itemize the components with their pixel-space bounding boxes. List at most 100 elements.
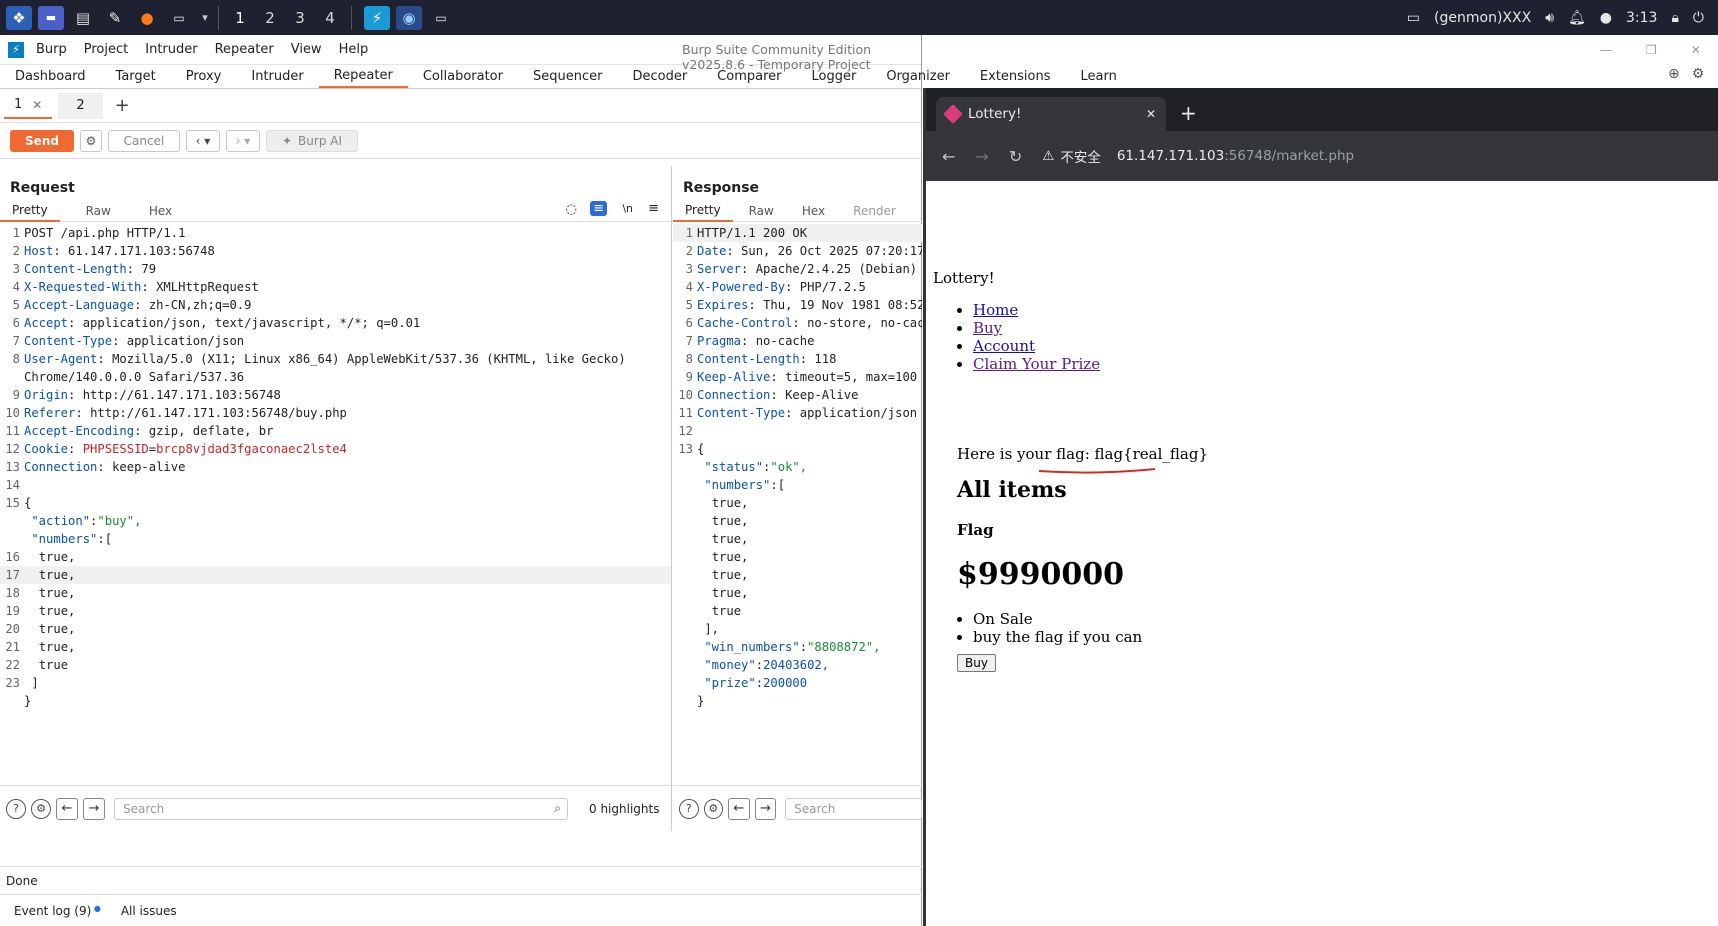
menu-project[interactable]: Project [84,42,128,57]
subtab-render[interactable]: Render [841,200,908,222]
firefox-icon[interactable]: ● [134,6,160,30]
menu-burp[interactable]: Burp [36,42,67,57]
back-icon[interactable]: ← [942,147,955,166]
repeater-tab-1[interactable]: 1 ✕ [4,92,53,119]
search-input[interactable]: Search [785,797,922,820]
help-icon[interactable]: ? [6,798,26,819]
line-number [673,674,697,692]
subtab-pretty[interactable]: Pretty [0,200,60,222]
desktop-icon[interactable]: ▬ [38,5,64,30]
subtab-pretty[interactable]: Pretty [673,200,733,222]
add-tab-icon[interactable]: + [115,95,130,116]
tab-proxy[interactable]: Proxy [171,65,237,88]
subtab-raw[interactable]: Raw [737,200,786,222]
tab-extensions[interactable]: Extensions [965,65,1066,88]
kali-menu-icon[interactable]: ❖ [6,5,32,30]
claim-prize-link[interactable]: Claim Your Prize [973,355,1100,373]
chevron-down-icon[interactable]: ▾ [198,6,212,30]
bell-icon[interactable]: 🔔︎ [1568,10,1586,26]
burp-window: ⚡ Burp Project Intruder Repeater View He… [0,35,1117,926]
menu-icon[interactable]: ≡ [648,201,659,216]
status-icon[interactable]: ● [1600,10,1612,26]
send-button[interactable]: Send [10,129,74,152]
menu-intruder[interactable]: Intruder [145,42,197,57]
terminal-icon[interactable]: ▭ [166,6,192,30]
home-link[interactable]: Home [973,301,1018,319]
buy-link[interactable]: Buy [973,319,1002,337]
header-value: application/json [799,406,918,420]
workspace-1[interactable]: 1 [225,9,255,27]
settings-icon[interactable]: ⚙ [703,798,724,819]
maximize-icon[interactable]: ❐ [1646,43,1657,57]
subtab-hex[interactable]: Hex [137,200,184,222]
files-icon[interactable]: ▤ [70,6,96,30]
settings-icon[interactable]: ⚙ [80,129,102,152]
tab-intruder[interactable]: Intruder [236,65,318,88]
menu-view[interactable]: View [291,42,322,57]
new-tab-icon[interactable]: + [1180,101,1197,125]
menu-repeater[interactable]: Repeater [215,42,274,57]
tab-collaborator[interactable]: Collaborator [408,65,518,88]
close-icon[interactable]: ✕ [1691,43,1701,57]
next-match-icon[interactable]: → [83,797,105,820]
tab-repeater[interactable]: Repeater [318,65,408,88]
help-icon[interactable]: ? [679,798,699,819]
chrome-app-icon[interactable]: ◉ [396,5,422,30]
prev-match-icon[interactable]: ← [728,797,750,820]
header-name: Pragma [697,334,742,348]
account-link[interactable]: Account [973,337,1035,355]
back-icon[interactable]: ‹ ▾ [186,129,220,152]
hide-icon[interactable]: ◌ [566,202,577,217]
code-line: 1 HTTP/1.1 200 OK [673,224,922,242]
line-content: "win_numbers":"8808872", [704,640,881,654]
event-log-link[interactable]: Event log (9) ● [14,904,101,918]
workspace-4[interactable]: 4 [315,9,345,27]
wrap-icon[interactable]: ≡ [590,201,607,216]
tab-sequencer[interactable]: Sequencer [518,65,617,88]
burp-ai-button[interactable]: ✦ Burp AI [266,129,358,152]
address-bar[interactable]: ⚠ 不安全 61.147.171.103:56748/market.php [1042,140,1708,172]
forward-icon[interactable]: → [975,147,988,166]
tab-target[interactable]: Target [101,65,171,88]
prev-match-icon[interactable]: ← [56,797,78,820]
header-name: Cache-Control [697,316,793,330]
settings-icon[interactable]: ⚙ [31,798,51,819]
request-editor[interactable]: 1 POST /api.php HTTP/1.1 2 Host: 61.147.171… [0,222,671,710]
logout-icon[interactable]: ⏻ [1693,10,1704,26]
all-issues-link[interactable]: All issues [121,904,177,918]
lock-icon[interactable]: 🔒︎ [1671,10,1678,26]
cancel-button[interactable]: Cancel [108,129,180,152]
repeater-tab-2[interactable]: 2 [58,92,103,119]
line-number: 9 [12,388,20,402]
tab-learn[interactable]: Learn [1066,65,1132,88]
close-icon[interactable]: ✕ [1146,107,1156,121]
workspace-3[interactable]: 3 [285,9,315,27]
line-number [673,494,697,512]
globe-icon[interactable]: ⊕ [1668,66,1680,82]
close-icon[interactable]: ✕ [32,98,42,112]
forward-icon[interactable]: › ▾ [226,129,260,152]
subtab-raw[interactable]: Raw [74,200,123,222]
search-input[interactable]: Search ⌕ [114,797,568,820]
workspace-2[interactable]: 2 [255,9,285,27]
browser-tab[interactable]: Lottery! ✕ [936,97,1166,131]
line-number [673,512,697,530]
line-content: Content-Length: 79 [24,262,157,276]
reload-icon[interactable]: ↻ [1009,147,1022,166]
burp-app-icon[interactable]: ⚡ [364,5,390,30]
response-editor[interactable]: 1 HTTP/1.1 200 OK 2 Date: Sun, 26 Oct 2025 … [673,222,922,710]
editor-icon[interactable]: ✎ [102,6,128,30]
json-string: "8808872", [807,640,881,654]
terminal-app-icon[interactable]: ▭ [428,6,454,30]
newline-icon[interactable]: \n [622,202,633,215]
menu-help[interactable]: Help [339,42,369,57]
tab-dashboard[interactable]: Dashboard [0,65,101,88]
buy-button[interactable]: Buy [957,654,996,672]
minimize-icon[interactable]: — [1600,43,1612,57]
separator [218,5,219,30]
next-match-icon[interactable]: → [754,797,777,820]
volume-icon[interactable]: 🔊︎ [1545,10,1554,26]
subtab-hex[interactable]: Hex [790,200,837,222]
settings-icon[interactable]: ⚙ [1692,66,1705,82]
response-pane: Response Pretty Raw Hex Render 1 HTTP/1.1… [673,166,922,831]
